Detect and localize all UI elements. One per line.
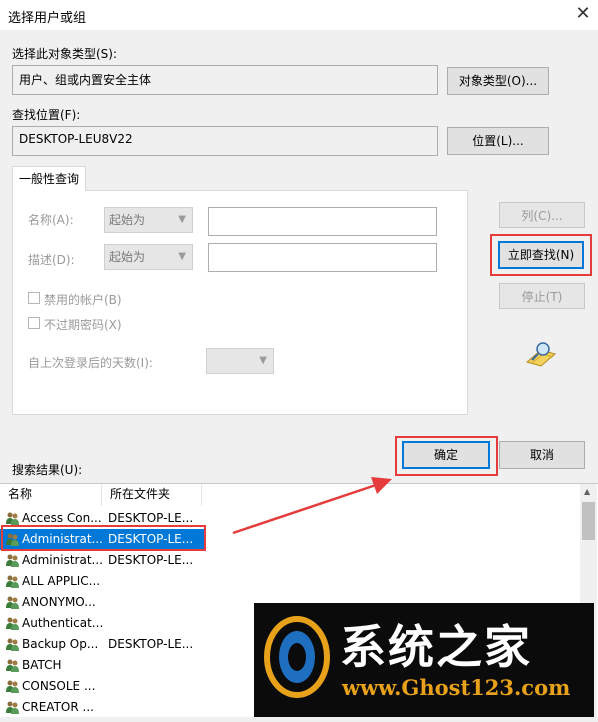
watermark-brand: 系统之家 bbox=[340, 620, 532, 674]
watermark-url: www.Ghost123.com bbox=[342, 675, 571, 700]
watermark-logo: 系统之家 www.Ghost123.com bbox=[254, 603, 594, 717]
logo-icon bbox=[264, 616, 330, 698]
